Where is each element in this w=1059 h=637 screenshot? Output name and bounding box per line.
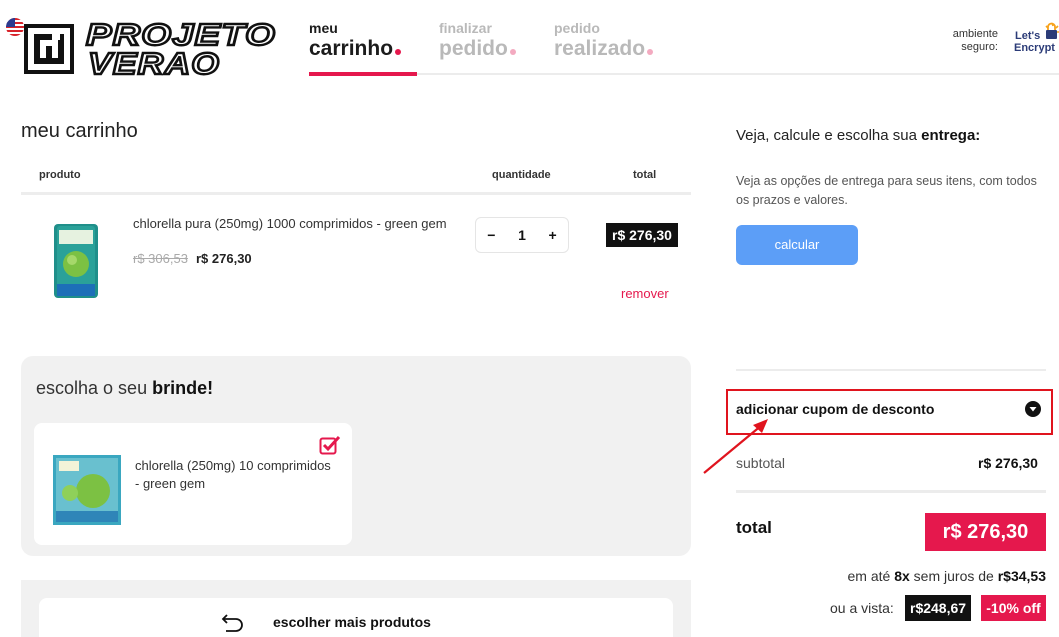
checkbox-checked-icon[interactable] bbox=[319, 435, 341, 455]
installments-text: em até 8x sem juros de r$34,53 bbox=[736, 568, 1047, 584]
installments-count: 8x bbox=[894, 568, 910, 584]
lets-encrypt-logo: Let's Encrypt bbox=[1014, 22, 1059, 54]
summary-divider-top bbox=[736, 369, 1046, 371]
column-header-total: total bbox=[633, 169, 657, 181]
quantity-value[interactable]: 1 bbox=[510, 227, 534, 243]
gift-title: escolha o seu brinde! bbox=[36, 378, 213, 399]
step-dot bbox=[395, 49, 402, 55]
subtotal-value: r$ 276,30 bbox=[978, 455, 1038, 471]
shipping-title: Veja, calcule e escolha sua entrega: bbox=[736, 127, 980, 144]
ssl-line-2: Encrypt bbox=[1014, 42, 1055, 54]
choose-more-products-label[interactable]: escolher mais produtos bbox=[273, 614, 431, 630]
gift-product-name: chlorella (250mg) 10 comprimidos - green… bbox=[135, 458, 331, 491]
step-checkout-big: pedido bbox=[439, 37, 508, 60]
product-old-price: r$ 306,53 bbox=[133, 251, 188, 266]
summary-divider-bottom bbox=[736, 490, 1046, 493]
subtotal-label: subtotal bbox=[736, 455, 786, 471]
step-done[interactable]: pedido realizado bbox=[554, 20, 654, 62]
language-flag-icon[interactable] bbox=[6, 18, 24, 36]
cart-page: PROJETO VERAO meu carrinho finalizar ped… bbox=[0, 0, 1059, 637]
shipping-title-prefix: Veja, calcule e escolha sua bbox=[736, 127, 917, 144]
product-price: r$ 276,30 bbox=[196, 251, 252, 266]
gift-product-image bbox=[53, 455, 121, 525]
column-header-quantity: quantidade bbox=[492, 169, 551, 181]
brand-logo-mark[interactable] bbox=[24, 24, 74, 74]
secure-line-2: seguro: bbox=[961, 41, 998, 53]
installments-prefix: em até bbox=[847, 568, 891, 584]
quantity-increase-button[interactable]: + bbox=[541, 227, 565, 243]
brand-logo-text[interactable]: PROJETO VERAO bbox=[84, 18, 284, 78]
steps-divider bbox=[309, 73, 1059, 75]
step-checkout[interactable]: finalizar pedido bbox=[439, 20, 516, 62]
installments-value: r$34,53 bbox=[997, 568, 1046, 584]
total-label: total bbox=[736, 518, 772, 537]
secure-environment-label: ambiente seguro: bbox=[930, 28, 998, 54]
shipping-description: Veja as opções de entrega para seus iten… bbox=[736, 174, 1037, 207]
item-total-badge: r$ 276,30 bbox=[606, 223, 678, 247]
step-done-big: realizado bbox=[554, 37, 646, 60]
product-image[interactable] bbox=[53, 222, 99, 300]
cash-discount-badge: -10% off bbox=[981, 595, 1046, 621]
step-cart-small: meu bbox=[309, 20, 338, 36]
shipping-title-bold: entrega: bbox=[921, 127, 981, 144]
cart-title: meu carrinho bbox=[21, 120, 138, 142]
step-cart-big: carrinho bbox=[309, 37, 394, 60]
brand-line-2: VERAO bbox=[88, 46, 220, 78]
cash-payment-label: ou a vista: bbox=[830, 600, 894, 616]
quantity-decrease-button[interactable]: − bbox=[479, 227, 503, 243]
product-name[interactable]: chlorella pura (250mg) 1000 comprimidos … bbox=[133, 215, 453, 233]
step-done-small: pedido bbox=[554, 20, 600, 36]
return-arrow-icon bbox=[221, 614, 243, 632]
step-checkout-small: finalizar bbox=[439, 20, 492, 36]
step-cart[interactable]: meu carrinho bbox=[309, 20, 402, 62]
remove-item-link[interactable]: remover bbox=[621, 286, 669, 301]
calculate-shipping-button[interactable]: calcular bbox=[736, 225, 858, 265]
installments-mid: sem juros de bbox=[913, 568, 994, 584]
secure-line-1: ambiente bbox=[952, 28, 998, 40]
column-header-product: produto bbox=[39, 169, 81, 181]
step-active-indicator bbox=[309, 72, 417, 76]
table-header-divider bbox=[21, 192, 691, 195]
gift-title-prefix: escolha o seu bbox=[36, 378, 148, 398]
step-dot bbox=[647, 49, 654, 55]
total-value-badge: r$ 276,30 bbox=[925, 513, 1046, 551]
quantity-stepper: − 1 + bbox=[475, 217, 569, 253]
step-dot bbox=[509, 49, 516, 55]
gift-title-bold: brinde! bbox=[152, 378, 214, 398]
ssl-line-1: Let's bbox=[1015, 30, 1040, 42]
chevron-down-circle-icon[interactable] bbox=[1024, 400, 1042, 418]
cash-price-badge: r$248,67 bbox=[905, 595, 972, 621]
